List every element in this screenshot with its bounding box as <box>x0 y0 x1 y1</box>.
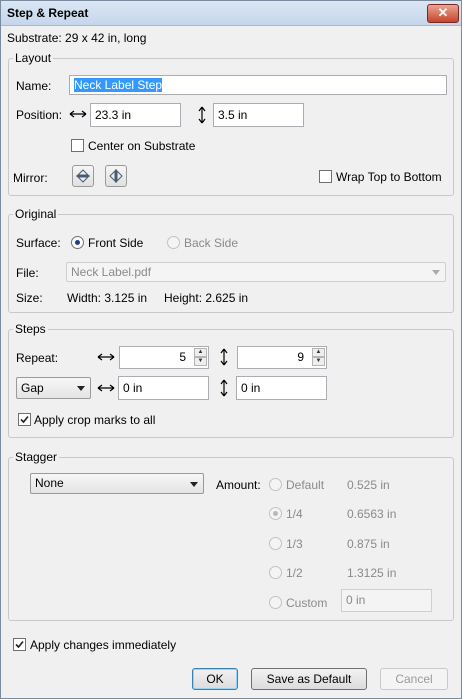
horizontal-arrow-icon <box>69 109 87 119</box>
name-value: Neck Label Step <box>74 78 163 92</box>
position-y-value: 3.5 in <box>218 108 248 122</box>
position-label: Position: <box>16 108 63 122</box>
front-side-label: Front Side <box>88 236 144 250</box>
checkmark-icon <box>20 415 29 424</box>
wrap-top-to-bottom-checkbox[interactable] <box>319 170 332 183</box>
close-button[interactable]: ✕ <box>427 4 459 23</box>
chevron-down-icon <box>432 270 440 275</box>
layout-legend: Layout <box>15 51 52 65</box>
gap-select-value: Gap <box>21 381 44 395</box>
stagger-third-label: 1/3 <box>286 537 303 551</box>
stagger-default-radio[interactable] <box>269 478 282 491</box>
stagger-default-value: 0.525 in <box>347 478 390 492</box>
vertical-arrow-icon <box>219 348 229 366</box>
checkmark-icon <box>15 640 24 649</box>
stagger-quarter-value: 0.6563 in <box>347 507 397 521</box>
spin-down-icon[interactable]: ▼ <box>312 357 325 366</box>
position-y-input[interactable]: 3.5 in <box>213 103 304 127</box>
stagger-third-value: 0.875 in <box>347 537 390 551</box>
apply-immediately-label: Apply changes immediately <box>30 638 177 652</box>
center-on-substrate-checkbox[interactable] <box>71 139 84 152</box>
stagger-half-radio[interactable] <box>269 566 282 579</box>
stagger-default-label: Default <box>286 478 325 492</box>
center-on-substrate-label: Center on Substrate <box>88 139 196 153</box>
substrate-value: 29 x 42 in, long <box>65 31 147 45</box>
stagger-half-value: 1.3125 in <box>347 566 397 580</box>
name-label: Name: <box>16 79 52 93</box>
gap-select[interactable]: Gap <box>16 377 91 399</box>
substrate-info: Substrate: 29 x 42 in, long <box>7 31 146 45</box>
original-width: Width: 3.125 in <box>67 291 148 305</box>
mirror-horizontal-icon <box>108 168 124 184</box>
gap-x-value: 0 in <box>123 381 143 395</box>
file-value: Neck Label.pdf <box>71 265 152 279</box>
gap-y-value: 0 in <box>241 381 261 395</box>
name-field[interactable]: Neck Label Step <box>69 75 447 95</box>
gap-y-input[interactable]: 0 in <box>236 376 327 400</box>
front-side-radio[interactable] <box>71 236 84 249</box>
gap-x-input[interactable]: 0 in <box>118 376 209 400</box>
mirror-label: Mirror: <box>13 171 48 185</box>
back-side-radio[interactable] <box>167 236 180 249</box>
window-title: Step & Repeat <box>7 6 89 20</box>
chevron-down-icon <box>77 386 85 391</box>
apply-crop-marks-label: Apply crop marks to all <box>34 413 156 427</box>
vertical-arrow-icon <box>197 106 207 124</box>
mirror-vertical-icon <box>75 168 91 184</box>
stagger-half-label: 1/2 <box>286 566 303 580</box>
surface-label: Surface: <box>16 236 61 250</box>
position-x-value: 23.3 in <box>95 108 132 122</box>
wrap-top-to-bottom-label: Wrap Top to Bottom <box>336 170 442 184</box>
ok-button[interactable]: OK <box>192 668 238 690</box>
repeat-y-stepper[interactable]: 9 ▲ ▼ <box>237 346 327 369</box>
step-repeat-dialog: Step & Repeat ✕ Substrate: 29 x 42 in, l… <box>0 0 462 699</box>
vertical-arrow-icon <box>219 379 229 397</box>
stagger-custom-input[interactable]: 0 in <box>341 589 432 612</box>
stagger-third-radio[interactable] <box>269 537 282 550</box>
file-label: File: <box>16 266 39 280</box>
repeat-y-value: 9 <box>297 350 304 364</box>
save-as-default-button[interactable]: Save as Default <box>251 668 367 690</box>
apply-crop-marks-checkbox[interactable] <box>18 413 31 426</box>
back-side-label: Back Side <box>184 236 239 250</box>
repeat-x-spin[interactable]: ▲ ▼ <box>194 348 207 366</box>
repeat-x-value: 5 <box>179 350 186 364</box>
original-legend: Original <box>15 207 57 221</box>
stagger-custom-radio[interactable] <box>269 596 282 609</box>
mirror-horizontal-button[interactable] <box>105 165 127 187</box>
stagger-legend: Stagger <box>15 450 58 464</box>
apply-immediately-checkbox[interactable] <box>13 638 26 651</box>
repeat-label: Repeat: <box>16 351 59 365</box>
original-height: Height: 2.625 in <box>164 291 249 305</box>
repeat-y-spin[interactable]: ▲ ▼ <box>312 348 325 366</box>
horizontal-arrow-icon <box>97 352 115 362</box>
horizontal-arrow-icon <box>97 383 115 393</box>
stagger-custom-label: Custom <box>286 596 328 610</box>
position-x-input[interactable]: 23.3 in <box>90 103 181 127</box>
spin-down-icon[interactable]: ▼ <box>194 357 207 366</box>
stagger-select[interactable]: None <box>30 473 204 494</box>
spin-up-icon[interactable]: ▲ <box>312 348 325 357</box>
stagger-quarter-label: 1/4 <box>286 507 303 521</box>
stagger-quarter-radio[interactable] <box>269 507 282 520</box>
stagger-custom-value: 0 in <box>346 593 366 607</box>
amount-label: Amount: <box>216 478 261 492</box>
cancel-button[interactable]: Cancel <box>380 668 448 690</box>
stagger-select-value: None <box>35 476 64 490</box>
steps-legend: Steps <box>15 322 46 336</box>
file-select[interactable]: Neck Label.pdf <box>66 262 446 282</box>
repeat-x-stepper[interactable]: 5 ▲ ▼ <box>119 346 209 369</box>
substrate-label: Substrate: <box>7 31 62 45</box>
chevron-down-icon <box>190 482 198 487</box>
size-label: Size: <box>16 291 43 305</box>
close-icon: ✕ <box>437 5 449 20</box>
spin-up-icon[interactable]: ▲ <box>194 348 207 357</box>
mirror-vertical-button[interactable] <box>72 165 94 187</box>
title-bar: Step & Repeat ✕ <box>1 1 461 26</box>
